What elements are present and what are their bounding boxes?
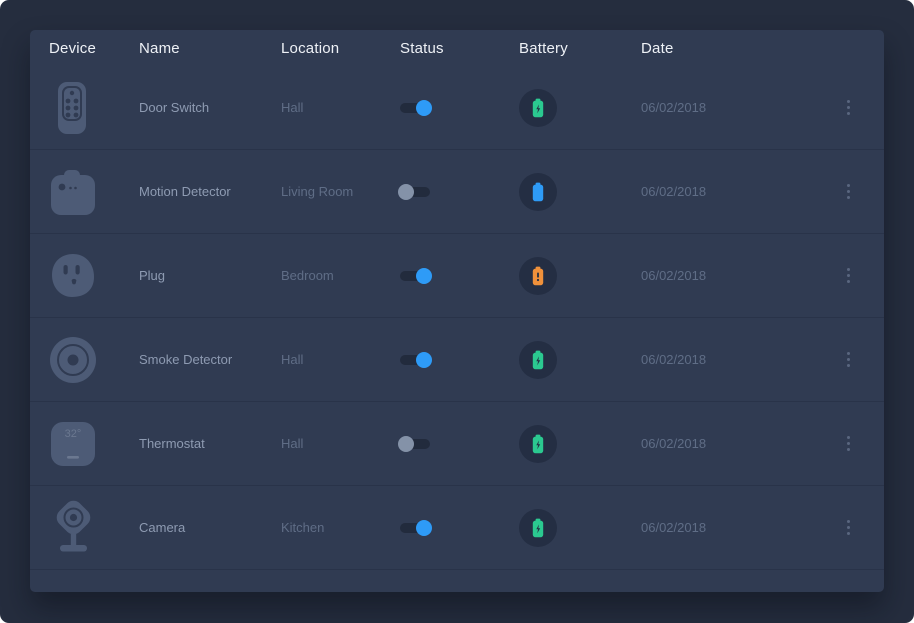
device-location: Bedroom xyxy=(281,268,400,283)
table-row: 32° Thermostat Hall 06/02/2018 xyxy=(30,401,884,485)
device-location: Hall xyxy=(281,436,400,451)
toggle-knob xyxy=(398,184,414,200)
table-row: Door Switch Hall 06/02/2018 xyxy=(30,66,884,149)
table-row: Motion Detector Living Room 06/02/2018 xyxy=(30,149,884,233)
toggle-knob xyxy=(398,436,414,452)
table-row: Camera Kitchen 06/02/2018 xyxy=(30,485,884,569)
door-switch-icon xyxy=(49,80,139,136)
row-menu-button[interactable] xyxy=(843,432,854,455)
table-header: Device Name Location Status Battery Date xyxy=(30,30,884,66)
status-toggle[interactable] xyxy=(400,355,430,365)
table-row: Smoke Detector Hall 06/02/2018 xyxy=(30,317,884,401)
battery-icon xyxy=(519,89,557,127)
device-name: Door Switch xyxy=(139,100,281,115)
header-status: Status xyxy=(400,40,519,57)
device-date: 06/02/2018 xyxy=(641,352,801,367)
toggle-knob xyxy=(416,520,432,536)
status-toggle[interactable] xyxy=(400,103,430,113)
device-name: Smoke Detector xyxy=(139,352,281,367)
smoke-detector-icon xyxy=(49,332,139,388)
device-location: Living Room xyxy=(281,184,400,199)
row-menu-button[interactable] xyxy=(843,96,854,119)
smart-home-screen: Device Name Location Status Battery Date xyxy=(0,0,914,623)
battery-icon xyxy=(519,509,557,547)
header-date: Date xyxy=(641,40,801,57)
device-date: 06/02/2018 xyxy=(641,268,801,283)
row-menu-button[interactable] xyxy=(843,180,854,203)
header-device: Device xyxy=(49,40,139,57)
status-toggle[interactable] xyxy=(400,523,430,533)
battery-icon xyxy=(519,341,557,379)
plug-icon xyxy=(49,248,139,304)
camera-icon xyxy=(49,499,139,557)
row-menu-button[interactable] xyxy=(843,264,854,287)
thermostat-icon: 32° xyxy=(49,416,139,472)
device-date: 06/02/2018 xyxy=(641,184,801,199)
battery-icon xyxy=(519,257,557,295)
device-location: Hall xyxy=(281,352,400,367)
device-date: 06/02/2018 xyxy=(641,100,801,115)
header-location: Location xyxy=(281,40,400,57)
battery-icon xyxy=(519,425,557,463)
toggle-knob xyxy=(416,352,432,368)
device-name: Motion Detector xyxy=(139,184,281,199)
device-location: Hall xyxy=(281,100,400,115)
status-toggle[interactable] xyxy=(400,439,430,449)
battery-icon xyxy=(519,173,557,211)
table-row: Plug Bedroom 06/02/2018 xyxy=(30,233,884,317)
status-toggle[interactable] xyxy=(400,271,430,281)
row-menu-button[interactable] xyxy=(843,516,854,539)
svg-text:32°: 32° xyxy=(65,428,82,440)
device-name: Camera xyxy=(139,520,281,535)
table-body: Door Switch Hall 06/02/2018 xyxy=(30,66,884,570)
toggle-knob xyxy=(416,100,432,116)
header-name: Name xyxy=(139,40,281,57)
status-toggle[interactable] xyxy=(400,187,430,197)
toggle-knob xyxy=(416,268,432,284)
devices-table-card: Device Name Location Status Battery Date xyxy=(30,30,884,592)
device-location: Kitchen xyxy=(281,520,400,535)
device-date: 06/02/2018 xyxy=(641,520,801,535)
row-menu-button[interactable] xyxy=(843,348,854,371)
header-battery: Battery xyxy=(519,40,641,57)
motion-detector-icon xyxy=(49,164,139,220)
device-date: 06/02/2018 xyxy=(641,436,801,451)
device-name: Thermostat xyxy=(139,436,281,451)
device-name: Plug xyxy=(139,268,281,283)
